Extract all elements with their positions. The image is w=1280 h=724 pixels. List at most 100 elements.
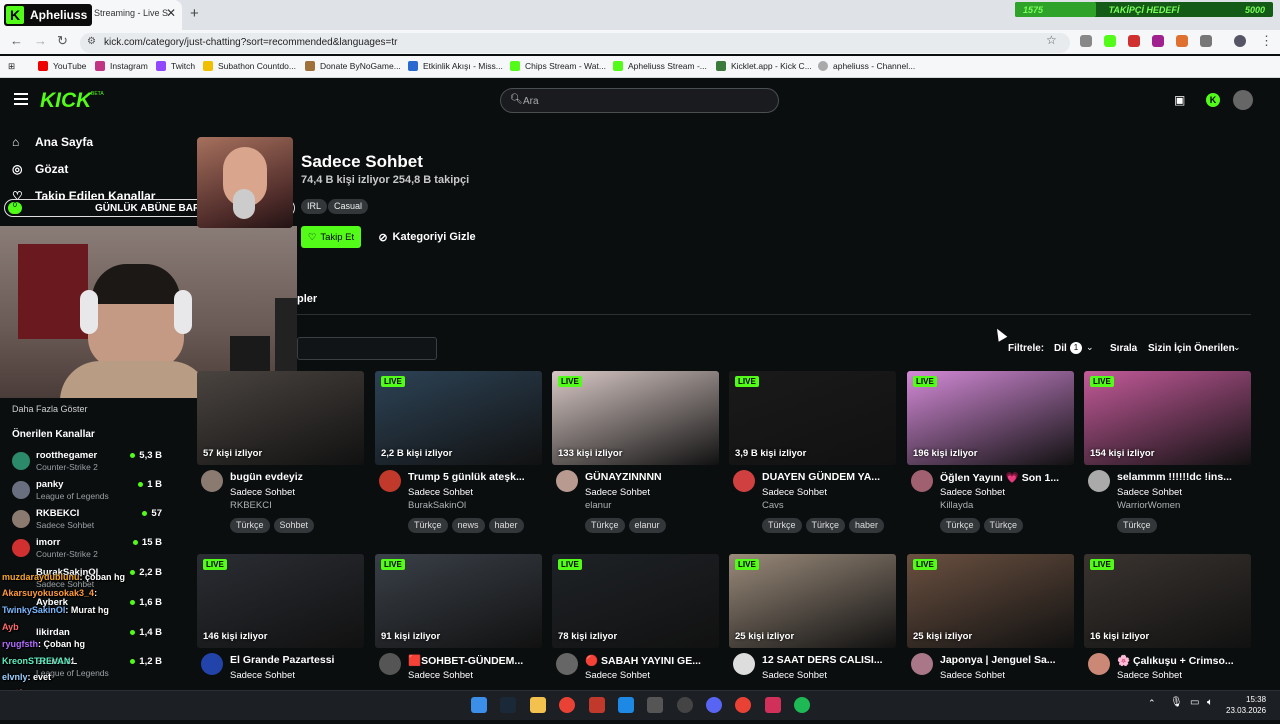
stream-tag[interactable]: Sohbet [273,518,315,533]
obs-icon[interactable] [677,697,693,713]
folder-icon[interactable] [530,697,546,713]
video-icon[interactable]: ▣ [1174,93,1185,107]
menu-dots-icon[interactable]: ⋮ [1260,33,1273,49]
steam-icon[interactable] [500,697,516,713]
stream-title[interactable]: 🟥SOHBET-GÜNDEM... [408,654,540,667]
stream-category[interactable]: Sadece Sohbet [940,670,1005,681]
bookmark-etkinlik[interactable]: Etkinlik Akışı - Miss... [408,61,503,71]
channel-name[interactable]: WarriorWomen [1117,500,1180,511]
new-tab-button[interactable]: + [190,5,199,22]
stream-title[interactable]: 🔴 SABAH YAYINI GE... [585,654,717,667]
bookmark-star-icon[interactable]: ☆ [1046,33,1057,47]
avatar[interactable] [379,470,401,492]
avatar[interactable] [379,653,401,675]
extension-icon[interactable] [1128,35,1140,47]
tray-chevron-icon[interactable]: ⌃ [1148,698,1156,709]
stream-tag[interactable]: Türkçe [1117,518,1157,533]
stream-category[interactable]: Sadece Sohbet [762,670,827,681]
channel-name[interactable]: RKBEKCI [230,500,272,511]
spotify-icon[interactable] [794,697,810,713]
avatar[interactable] [911,470,933,492]
chrome-icon[interactable] [559,697,575,713]
stream-title[interactable]: 🌸 Çalıkuşu + Crimso... [1117,654,1249,667]
forward-icon[interactable]: → [34,33,47,48]
avatar[interactable] [556,653,578,675]
hamburger-menu-icon[interactable] [14,93,28,105]
category-tag[interactable]: IRL [301,199,328,214]
avatar[interactable] [1088,470,1110,492]
browser-tab[interactable]: K Apheliuss Streaming - Live S ✕ [0,0,182,30]
recommended-channel[interactable]: rootthegamer Counter-Strike 2 5,3 B [12,449,162,477]
stream-tag[interactable]: elanur [628,518,666,533]
show-more-link[interactable]: Daha Fazla Göster [12,404,88,414]
stream-card[interactable]: LIVE 133 kişi izliyor GÜNAYZINNNN Sadece So… [552,371,719,541]
avatar[interactable] [201,653,223,675]
stream-title[interactable]: DUAYEN GÜNDEM YA... [762,471,894,483]
speaker-icon[interactable]: 🔈︎ [1207,697,1213,708]
stream-tag[interactable]: haber [488,518,524,533]
stream-title[interactable]: bugün evdeyiz [230,471,362,483]
stream-category[interactable]: Sadece Sohbet [585,670,650,681]
avatar[interactable] [1088,653,1110,675]
stream-title[interactable]: El Grande Pazartessi [230,654,362,666]
stream-tag[interactable]: Türkçe [585,518,625,533]
category-tag[interactable]: Casual [328,199,369,214]
stream-card[interactable]: LIVE 2,2 B kişi izliyor Trump 5 günlük ate… [375,371,542,541]
bookmark-kicklet[interactable]: Kicklet.app - Kick C... [716,61,812,71]
stream-title[interactable]: Japonya | Jenguel Sa... [940,654,1072,666]
extension-icon[interactable] [1080,35,1092,47]
windows-start-icon[interactable] [471,697,487,713]
stream-tag[interactable]: Türkçe [762,518,802,533]
stream-category[interactable]: Sadece Sohbet [408,487,473,498]
stream-title[interactable]: 12 SAAT DERS CALISI... [762,654,894,666]
stream-title[interactable]: Öğlen Yayını 💗 Son 1... [940,471,1072,484]
bookmark-twitch[interactable]: Twitch [156,61,195,71]
puzzle-icon[interactable] [1200,35,1212,47]
stream-title[interactable]: selammm !!!!!!dc !ins... [1117,471,1249,483]
recommended-channel[interactable]: imorr Counter-Strike 2 15 B [12,536,162,564]
stream-category[interactable]: Sadece Sohbet [940,487,1005,498]
bookmark-apheliuss-stream[interactable]: Apheliuss Stream -... [613,61,707,71]
mic-icon[interactable]: 🎙︎ [1170,697,1183,708]
reload-icon[interactable]: ↻ [57,33,68,49]
stream-category[interactable]: Sadece Sohbet [762,487,827,498]
stream-category[interactable]: Sadece Sohbet [408,670,473,681]
taskbar-clock[interactable]: 15:38 23.03.2026 [1226,694,1266,716]
channel-name[interactable]: BurakSakinOl [408,500,466,511]
recommended-channel[interactable]: panky League of Legends 1 B [12,478,162,506]
channel-name[interactable]: Killayda [940,500,973,511]
stream-category[interactable]: Sadece Sohbet [230,487,295,498]
site-info-icon[interactable]: ⚙ [87,36,96,47]
bookmark-youtube[interactable]: YouTube [38,61,86,71]
avatar[interactable] [911,653,933,675]
extension-icon[interactable] [1104,35,1116,47]
app-icon[interactable] [589,697,605,713]
user-avatar[interactable] [1233,90,1253,110]
stream-title[interactable]: GÜNAYZINNNN [585,471,717,483]
tag-search-input[interactable] [297,337,437,360]
tab-streams[interactable]: pler [297,293,317,305]
stream-category[interactable]: Sadece Sohbet [1117,487,1182,498]
stream-card[interactable]: LIVE 3,9 B kişi izliyor DUAYEN GÜNDEM YA..… [729,371,896,541]
stream-card[interactable]: LIVE 154 kişi izliyor selammm !!!!!!dc !in… [1084,371,1251,541]
bookmark-apheliuss-channel[interactable]: apheliuss - Channel... [818,61,915,71]
network-icon[interactable]: ▭ [1190,697,1199,708]
avatar[interactable] [201,470,223,492]
apps-grid-icon[interactable]: ⊞ [8,61,15,72]
discord-icon[interactable] [706,697,722,713]
chrome-icon[interactable] [735,697,751,713]
nav-browse[interactable]: ◎ Gözat [12,162,68,176]
stream-category[interactable]: Sadece Sohbet [1117,670,1182,681]
stream-tag[interactable]: news [451,518,485,533]
stream-category[interactable]: Sadece Sohbet [585,487,650,498]
extension-icon[interactable] [1152,35,1164,47]
recommended-channel[interactable]: RKBEKCI Sadece Sohbet 57 [12,507,162,535]
stream-category[interactable]: Sadece Sohbet [230,670,295,681]
kick-logo[interactable]: KICK [40,89,91,113]
channel-name[interactable]: Cavs [762,500,784,511]
avatar[interactable] [556,470,578,492]
profile-avatar[interactable] [1234,35,1246,47]
back-icon[interactable]: ← [10,33,23,48]
avatar[interactable] [733,653,755,675]
bookmark-instagram[interactable]: Instagram [95,61,148,71]
